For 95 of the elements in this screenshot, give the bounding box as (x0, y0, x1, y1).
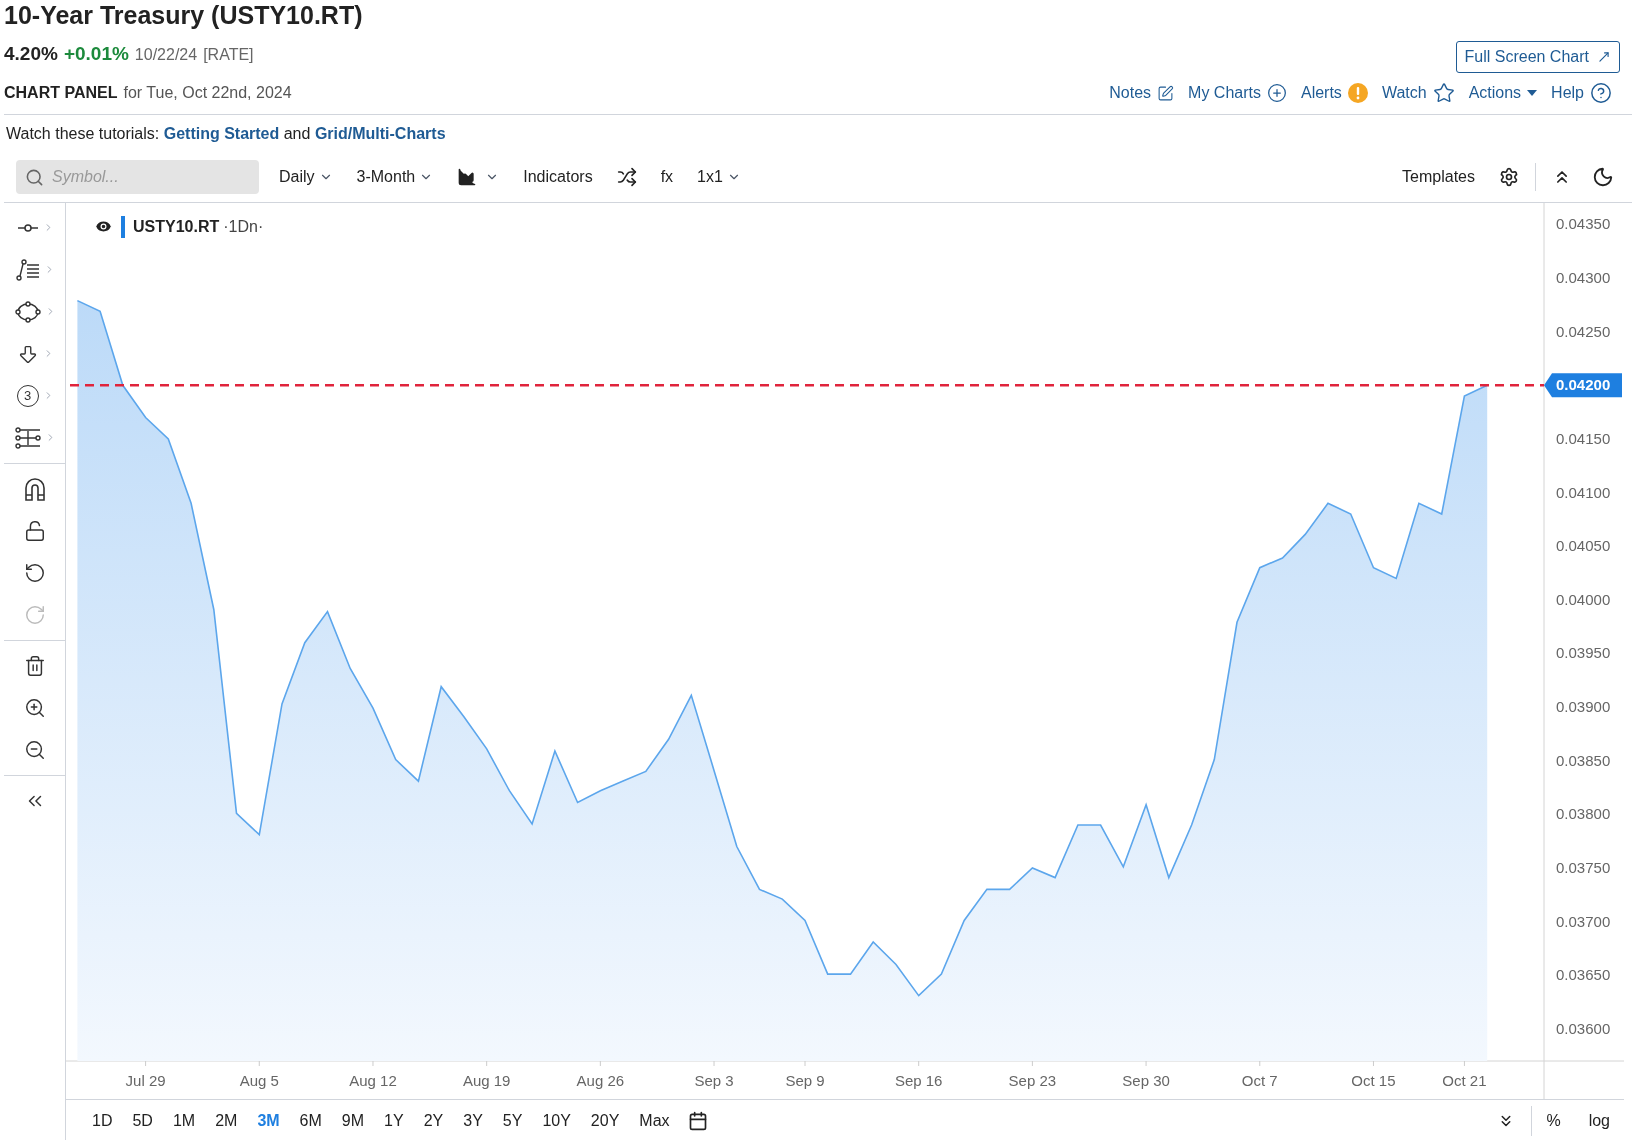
settings-icon (1499, 167, 1519, 187)
y-axis-label: 0.04100 (1556, 483, 1611, 501)
moon-icon (1592, 166, 1614, 188)
x-axis-label: Jul 29 (125, 1071, 166, 1089)
full-screen-button[interactable]: Full Screen Chart (1455, 40, 1620, 73)
star-icon (1432, 82, 1455, 104)
quote-tag: [RATE] (203, 43, 254, 67)
y-axis-label: 0.03750 (1556, 858, 1611, 876)
x-axis-label: Sep 30 (1122, 1071, 1170, 1089)
y-axis-label: 0.04350 (1556, 214, 1611, 232)
dropdown-button[interactable]: 3-Month (344, 165, 446, 189)
panel-link[interactable]: Help (1551, 81, 1612, 105)
x-axis-label: Sep 3 (694, 1071, 734, 1089)
x-axis-label: Sep 23 (1008, 1071, 1057, 1089)
x-axis-label: Sep 9 (785, 1071, 825, 1089)
tutorials-text: Watch these tutorials: Getting Started and Grid/Multi-Charts (5, 123, 447, 144)
magnet-icon (24, 476, 46, 501)
shuffle-icon (616, 167, 637, 187)
y-axis-label: 0.03600 (1556, 1019, 1611, 1037)
range-button[interactable]: 2Y (413, 1109, 454, 1133)
help-icon (1590, 82, 1612, 104)
range-button[interactable]: 20Y (580, 1109, 630, 1133)
range-button[interactable]: 1D (82, 1109, 123, 1133)
y-axis-label: 0.04250 (1556, 322, 1611, 340)
panel-date: for Tue, Oct 22nd, 2024 (123, 83, 292, 103)
range-button[interactable]: 3Y (453, 1109, 493, 1133)
measure-icon (14, 426, 41, 449)
quote-date: 10/22/24 (134, 45, 198, 65)
y-axis-label: 0.03800 (1556, 804, 1611, 822)
range-button[interactable]: 5D (122, 1109, 163, 1133)
panel-link[interactable]: Actions (1468, 81, 1538, 105)
range-button[interactable]: 3M (247, 1109, 290, 1133)
number-tool-button[interactable]: 3 (4, 374, 66, 417)
range-button[interactable]: 6M (289, 1109, 332, 1133)
tutorial-link[interactable]: Grid/Multi-Charts (314, 124, 446, 142)
range-button[interactable]: 10Y (532, 1109, 581, 1133)
y-axis-label: 0.04000 (1556, 590, 1611, 608)
templates-button[interactable]: Templates (1390, 165, 1487, 189)
edit-icon (1157, 84, 1175, 102)
x-axis-label: Aug 12 (349, 1071, 397, 1089)
plus-circle-icon (1266, 83, 1287, 103)
panel-title: CHART PANEL (4, 83, 118, 103)
scale-toggle[interactable]: log (1574, 1109, 1624, 1133)
y-axis-label: 0.04300 (1556, 268, 1611, 286)
legend-symbol: USTY10.RT (133, 216, 220, 237)
panel-link[interactable]: Watch (1381, 81, 1455, 105)
search-icon (25, 168, 44, 187)
y-axis-label: 0.04050 (1556, 536, 1611, 554)
y-axis-label: 0.04150 (1556, 429, 1611, 447)
ref-line-label: 0.04200 (1556, 375, 1611, 393)
y-axis-label: 0.03850 (1556, 751, 1611, 769)
range-button[interactable]: 1M (162, 1109, 206, 1133)
x-axis-label: Oct 21 (1442, 1071, 1487, 1089)
area-chart-icon (457, 167, 478, 187)
toolbar-button[interactable]: fx (648, 165, 686, 189)
scale-toggle[interactable]: % (1532, 1109, 1575, 1133)
arrow-up-right-icon (1597, 49, 1611, 64)
range-button[interactable]: 2M (205, 1109, 248, 1133)
x-axis-label: Oct 15 (1351, 1071, 1396, 1089)
calendar-icon (687, 1111, 708, 1131)
alert-icon (1347, 83, 1368, 103)
caret-icon (1527, 90, 1538, 96)
range-button[interactable]: 9M (331, 1109, 375, 1133)
panel-link[interactable]: Notes (1109, 81, 1175, 105)
toolbar-button[interactable]: Indicators (511, 165, 605, 189)
range-button[interactable]: 1Y (374, 1109, 414, 1133)
panel-link[interactable]: My Charts (1188, 81, 1287, 105)
y-axis-label: 0.03950 (1556, 643, 1611, 661)
symbol-search-field[interactable]: Symbol... (16, 160, 259, 194)
dropdown-button[interactable]: 1x1 (685, 165, 753, 189)
range-button[interactable]: 5Y (492, 1109, 533, 1133)
circle-nodes-icon (14, 298, 41, 325)
zoom-out-icon (24, 738, 46, 761)
dropdown-button[interactable]: Daily (267, 165, 345, 189)
node-list-icon (15, 258, 40, 281)
x-axis-label: Sep 16 (894, 1071, 943, 1089)
price-change: +0.01% (63, 42, 129, 66)
price-label: 0.04200 (1544, 372, 1622, 397)
panel-link[interactable]: Alerts (1300, 81, 1368, 105)
legend-interval: ·1Dn· (223, 216, 264, 237)
y-axis-label: 0.03700 (1556, 912, 1611, 930)
page-title: 10-Year Treasury (USTY10.RT) (4, 0, 364, 30)
range-button[interactable]: Max (629, 1109, 680, 1133)
line-tool-icon (16, 222, 39, 233)
x-axis-label: Aug 5 (239, 1071, 279, 1089)
x-axis-label: Aug 19 (462, 1071, 511, 1089)
price: 4.20% (4, 42, 58, 66)
x-axis-label: Oct 7 (1241, 1071, 1278, 1089)
x-axis-label: Aug 26 (576, 1071, 625, 1089)
trash-icon (24, 654, 46, 677)
tutorial-link[interactable]: Getting Started (163, 124, 280, 142)
y-axis-label: 0.03650 (1556, 965, 1611, 983)
zoom-in-icon (24, 696, 46, 719)
y-axis-label: 0.03900 (1556, 697, 1611, 715)
lock-open-icon (24, 519, 46, 542)
